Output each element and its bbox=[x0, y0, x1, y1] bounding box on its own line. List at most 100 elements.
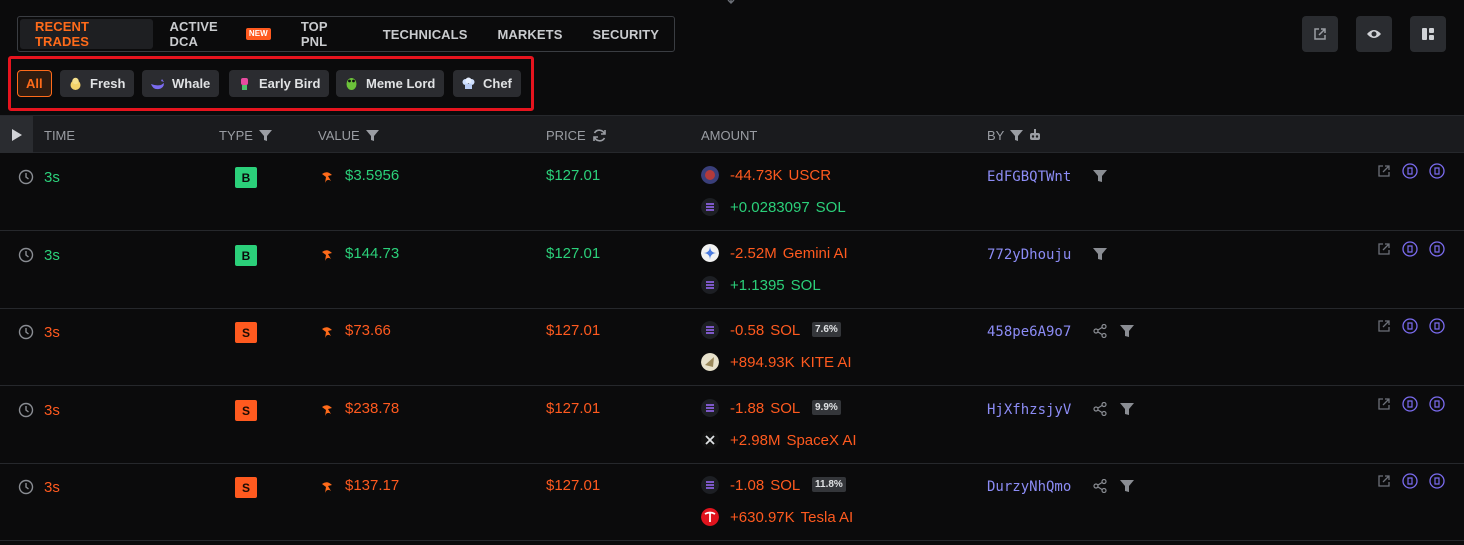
external-link-icon[interactable] bbox=[1377, 319, 1391, 333]
external-link-icon[interactable] bbox=[1377, 164, 1391, 178]
explorer-alt-icon[interactable] bbox=[1429, 318, 1445, 334]
trader-address[interactable]: 458pe6A9o7 bbox=[987, 324, 1071, 340]
play-button[interactable] bbox=[0, 116, 33, 153]
trade-price: $127.01 bbox=[546, 245, 601, 262]
trade-type-badge: S bbox=[235, 477, 257, 498]
filter-label: Early Bird bbox=[259, 76, 321, 91]
trade-value: $3.5956 bbox=[345, 167, 400, 184]
trade-time: 3s bbox=[44, 324, 60, 341]
external-link-icon bbox=[1314, 28, 1326, 40]
filter-whale[interactable]: Whale bbox=[142, 70, 220, 97]
uscr-token-icon bbox=[701, 166, 719, 184]
filter-icon[interactable] bbox=[1093, 169, 1107, 183]
tab-label: ACTIVE DCA bbox=[169, 19, 218, 49]
table-row[interactable]: 3s S $73.66 $127.01 -0.58 SOL 7.6% +894.9… bbox=[0, 308, 1464, 386]
explorer-alt-icon[interactable] bbox=[1429, 473, 1445, 489]
sol-token-icon bbox=[701, 276, 719, 294]
amount-out: -0.58 SOL bbox=[730, 322, 801, 339]
explorer-alt-icon[interactable] bbox=[1429, 163, 1445, 179]
clock-icon bbox=[18, 247, 34, 263]
table-row[interactable]: 3s S $238.78 $127.01 -1.88 SOL 9.9% +2.98… bbox=[0, 386, 1464, 464]
explorer-icon[interactable] bbox=[1402, 473, 1418, 489]
trade-price: $127.01 bbox=[546, 477, 601, 494]
dex-icon bbox=[322, 482, 332, 493]
tab-label: SECURITY bbox=[592, 26, 659, 42]
filter-icon[interactable] bbox=[1120, 402, 1134, 416]
table-row[interactable]: 3s B $3.5956 $127.01 -44.73K USCR +0.0283… bbox=[0, 153, 1464, 231]
sol-token-icon bbox=[701, 399, 719, 417]
explorer-icon[interactable] bbox=[1402, 241, 1418, 257]
trade-value: $238.78 bbox=[345, 400, 400, 417]
trade-value: $144.73 bbox=[345, 245, 400, 262]
refresh-icon[interactable] bbox=[592, 128, 607, 143]
amount-out: -1.88 SOL bbox=[730, 400, 801, 417]
tesla-token-icon bbox=[701, 508, 719, 526]
tab-recent-trades[interactable]: RECENT TRADES bbox=[20, 19, 153, 49]
chick-icon bbox=[70, 77, 81, 90]
frog-icon bbox=[346, 78, 357, 90]
trader-address[interactable]: EdFGBQTWnt bbox=[987, 169, 1071, 185]
trade-value: $137.17 bbox=[345, 477, 400, 494]
tab-technicals[interactable]: TECHNICALS bbox=[368, 19, 483, 49]
collapse-arrow-icon[interactable] bbox=[725, 0, 737, 6]
bot-icon[interactable] bbox=[1028, 129, 1042, 142]
explorer-icon[interactable] bbox=[1402, 318, 1418, 334]
dex-icon bbox=[322, 250, 332, 261]
filter-label: Whale bbox=[172, 76, 211, 91]
visibility-button[interactable] bbox=[1356, 16, 1392, 52]
filter-chef[interactable]: Chef bbox=[453, 70, 521, 97]
kite-token-icon bbox=[701, 353, 719, 371]
filter-icon[interactable] bbox=[1120, 324, 1134, 338]
filter-label: All bbox=[26, 76, 43, 91]
explorer-alt-icon[interactable] bbox=[1429, 396, 1445, 412]
share-icon[interactable] bbox=[1093, 324, 1107, 338]
trade-value: $73.66 bbox=[345, 322, 391, 339]
external-link-button[interactable] bbox=[1302, 16, 1338, 52]
share-icon[interactable] bbox=[1093, 479, 1107, 493]
filter-icon[interactable] bbox=[1010, 129, 1024, 142]
filter-icon[interactable] bbox=[1093, 247, 1107, 261]
table-row[interactable]: 3s B $144.73 $127.01 -2.52M Gemini AI +1.… bbox=[0, 231, 1464, 309]
tab-label: MARKETS bbox=[497, 26, 563, 42]
gemini-token-icon bbox=[701, 244, 719, 262]
amount-in: +630.97K Tesla AI bbox=[730, 509, 854, 526]
filter-icon[interactable] bbox=[1120, 479, 1134, 493]
explorer-icon[interactable] bbox=[1402, 163, 1418, 179]
column-type[interactable]: TYPE bbox=[219, 128, 272, 143]
trade-time: 3s bbox=[44, 402, 60, 419]
trade-type-badge: S bbox=[235, 322, 257, 343]
column-price[interactable]: PRICE bbox=[546, 128, 607, 143]
external-link-icon[interactable] bbox=[1377, 474, 1391, 488]
explorer-alt-icon[interactable] bbox=[1429, 241, 1445, 257]
explorer-icon[interactable] bbox=[1402, 396, 1418, 412]
sol-token-icon bbox=[701, 198, 719, 216]
dex-icon bbox=[322, 405, 332, 416]
filter-meme-lord[interactable]: Meme Lord bbox=[336, 70, 445, 97]
amount-out: -1.08 SOL bbox=[730, 477, 801, 494]
trader-address[interactable]: HjXfhzsjyV bbox=[987, 402, 1071, 418]
tab-security[interactable]: SECURITY bbox=[577, 19, 674, 49]
layout-button[interactable] bbox=[1410, 16, 1446, 52]
amount-in: +1.1395 SOL bbox=[730, 277, 821, 294]
external-link-icon[interactable] bbox=[1377, 242, 1391, 256]
trade-type-badge: B bbox=[235, 245, 257, 266]
tab-label: RECENT TRADES bbox=[35, 19, 90, 49]
trader-address[interactable]: 772yDhouju bbox=[987, 247, 1071, 263]
tab-active-dca[interactable]: ACTIVE DCA NEW bbox=[155, 19, 286, 49]
tab-top-pnl[interactable]: TOP PNL bbox=[286, 19, 368, 49]
table-row[interactable]: 3s S $137.17 $127.01 -1.08 SOL 11.8% +630… bbox=[0, 463, 1464, 541]
filter-early-bird[interactable]: Early Bird bbox=[229, 70, 330, 97]
trader-address[interactable]: DurzyNhQmo bbox=[987, 479, 1071, 495]
amount-in: +0.0283097 SOL bbox=[730, 199, 846, 216]
filter-label: Meme Lord bbox=[366, 76, 436, 91]
filter-fresh[interactable]: Fresh bbox=[60, 70, 135, 97]
column-by[interactable]: BY bbox=[987, 128, 1042, 143]
tab-label: TOP PNL bbox=[300, 19, 328, 49]
share-icon[interactable] bbox=[1093, 402, 1107, 416]
tab-markets[interactable]: MARKETS bbox=[482, 19, 577, 49]
filter-all[interactable]: All bbox=[17, 70, 52, 97]
filter-icon[interactable] bbox=[365, 129, 379, 142]
filter-icon[interactable] bbox=[258, 129, 272, 142]
column-value[interactable]: VALUE bbox=[318, 128, 379, 143]
external-link-icon[interactable] bbox=[1377, 397, 1391, 411]
